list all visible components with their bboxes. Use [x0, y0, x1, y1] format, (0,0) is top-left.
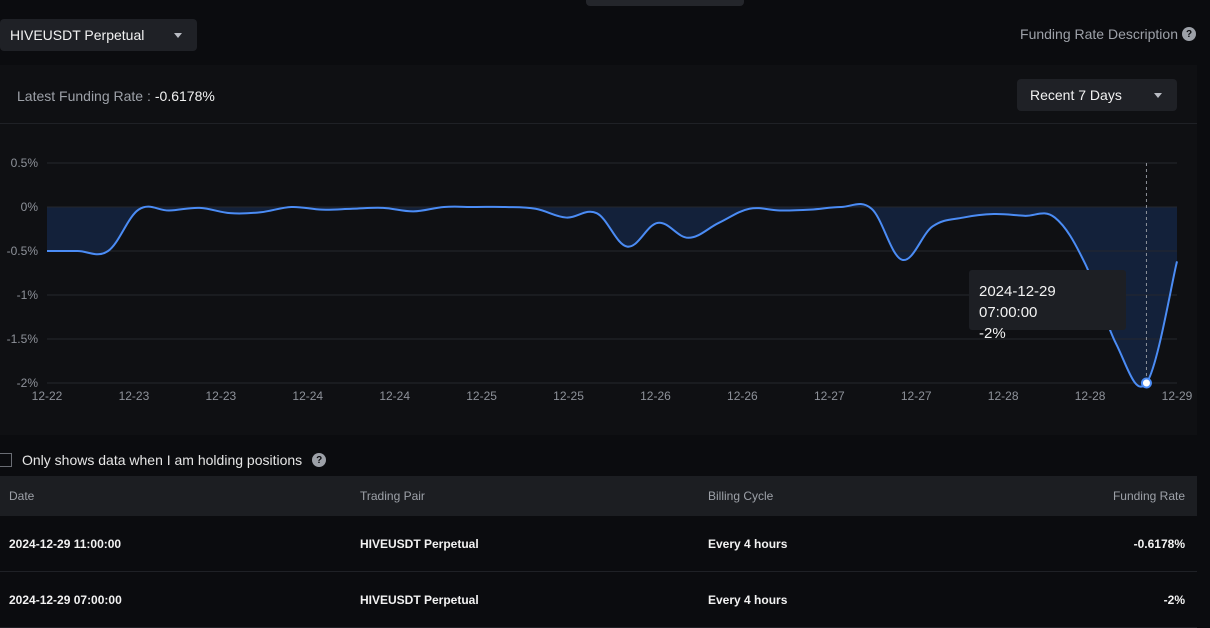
help-icon[interactable]: ? — [312, 453, 327, 467]
cell-billing-cycle: Every 4 hours — [708, 592, 788, 607]
holding-checkbox[interactable] — [0, 453, 12, 467]
holding-filter-label: Only shows data when I am holding positi… — [22, 452, 303, 468]
x-tick-label: 12-24 — [379, 389, 410, 403]
trading-pair-select-label: HIVEUSDT Perpetual — [10, 27, 145, 43]
tooltip-date: 2024-12-29 07:00:00 — [979, 283, 1056, 321]
cell-date: 2024-12-29 11:00:00 — [9, 536, 122, 551]
cell-billing-cycle: Every 4 hours — [708, 536, 788, 551]
funding-rate-description-label: Funding Rate Description — [1020, 26, 1178, 42]
chevron-down-icon — [1154, 93, 1162, 98]
chart-tooltip: 2024-12-29 07:00:00 -2% — [969, 270, 1126, 342]
y-tick-label: 0.5% — [11, 156, 39, 170]
cell-trading-pair: HIVEUSDT Perpetual — [360, 592, 479, 607]
y-tick-label: -0.5% — [7, 244, 39, 258]
y-tick-label: -2% — [17, 376, 39, 390]
x-tick-label: 12-27 — [901, 389, 932, 403]
x-tick-label: 12-27 — [814, 389, 845, 403]
cell-funding-rate: -2% — [1163, 592, 1185, 607]
x-tick-label: 12-22 — [32, 389, 63, 403]
trading-pair-select[interactable]: HIVEUSDT Perpetual — [0, 19, 197, 51]
help-icon[interactable]: ? — [1182, 27, 1196, 41]
x-tick-label: 12-23 — [205, 389, 236, 403]
x-tick-label: 12-28 — [988, 389, 1019, 403]
panel-divider — [0, 123, 1197, 124]
x-tick-label: 12-25 — [466, 389, 497, 403]
cell-trading-pair: HIVEUSDT Perpetual — [360, 536, 479, 551]
funding-history-table: Date Trading Pair Billing Cycle Funding … — [0, 476, 1197, 628]
x-tick-label: 12-23 — [119, 389, 150, 403]
y-tick-label: 0% — [21, 200, 39, 214]
table-row: 2024-12-29 07:00:00 HIVEUSDT Perpetual E… — [0, 572, 1197, 628]
x-tick-label: 12-25 — [553, 389, 584, 403]
highlight-point — [1140, 377, 1152, 389]
table-row: 2024-12-29 11:00:00 HIVEUSDT Perpetual E… — [0, 516, 1197, 572]
x-tick-label: 12-24 — [292, 389, 323, 403]
y-tick-label: -1% — [17, 288, 39, 302]
y-tick-label: -1.5% — [7, 332, 39, 346]
column-header-date: Date — [9, 489, 35, 503]
x-tick-label: 12-28 — [1075, 389, 1106, 403]
x-tick-label: 12-26 — [727, 389, 758, 403]
time-range-select[interactable]: Recent 7 Days — [1017, 79, 1177, 111]
time-range-select-label: Recent 7 Days — [1030, 87, 1122, 103]
top-tab-indicator[interactable] — [586, 0, 744, 6]
column-header-funding-rate: Funding Rate — [1112, 489, 1185, 503]
cell-date: 2024-12-29 07:00:00 — [9, 592, 122, 607]
column-header-billing-cycle: Billing Cycle — [708, 489, 774, 503]
cell-funding-rate: -0.6178% — [1133, 536, 1185, 551]
latest-funding-rate-label: Latest Funding Rate : — [17, 88, 151, 104]
latest-funding-rate-value: -0.6178% — [154, 88, 215, 104]
x-tick-label: 12-26 — [640, 389, 671, 403]
holding-filter: Only shows data when I am holding positi… — [0, 452, 327, 468]
chevron-down-icon — [174, 33, 182, 38]
funding-rate-description-link[interactable]: Funding Rate Description ? — [1020, 26, 1196, 42]
column-header-trading-pair: Trading Pair — [360, 489, 425, 503]
tooltip-value: -2% — [979, 325, 1006, 342]
latest-funding-rate: Latest Funding Rate : -0.6178% — [17, 88, 215, 104]
x-tick-label: 12-29 — [1162, 389, 1193, 403]
table-header: Date Trading Pair Billing Cycle Funding … — [0, 476, 1197, 516]
